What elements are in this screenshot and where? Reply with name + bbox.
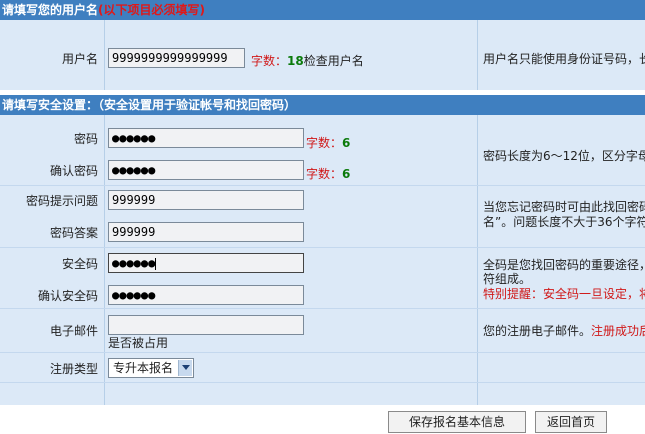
email-label: 电子邮件 (49, 324, 98, 338)
hint-answer-label: 密码答案 (49, 226, 98, 240)
count-label: 字数： (251, 54, 288, 68)
security-code-value: ●●●●●● (112, 256, 156, 270)
username-count: 字数：18检查用户名 (251, 52, 364, 69)
row-divider (0, 308, 645, 309)
security-warning: 特别提醒：安全码一旦设定，将 (483, 287, 645, 301)
save-button[interactable]: 保存报名基本信息 (388, 411, 526, 433)
hint-help-line2: 名”。问题长度不大于36个字符 (483, 215, 645, 229)
confirm-password-count: 字数：6 (306, 165, 350, 182)
email-help: 您的注册电子邮件。注册成功后 (483, 322, 645, 339)
row-divider (0, 185, 645, 186)
section-header-username: 请填写您的用户名(以下项目必须填写) (0, 0, 645, 20)
password-label: 密码 (73, 132, 98, 146)
hint-answer-input[interactable]: 999999 (108, 222, 304, 242)
hint-question-input[interactable]: 999999 (108, 190, 304, 210)
column-divider (477, 20, 478, 90)
email-input[interactable] (108, 315, 304, 335)
email-status: 是否被占用 (108, 336, 169, 350)
row-divider (0, 382, 645, 383)
confirm-password-label: 确认密码 (49, 164, 98, 178)
reg-type-select[interactable]: 专升本报名 (108, 358, 194, 378)
column-divider (104, 115, 105, 405)
password-help: 密码长度为6～12位，区分字母 (483, 149, 645, 163)
hint-question-label: 密码提示问题 (25, 194, 98, 208)
password-count: 字数：6 (306, 134, 350, 151)
count-label: 字数： (306, 167, 343, 181)
security-code-input[interactable]: ●●●●●● (108, 253, 304, 273)
column-divider (104, 20, 105, 90)
section-header-security: 请填写安全设置：（安全设置用于验证帐号和找回密码） (0, 95, 645, 115)
security-code-label: 安全码 (61, 257, 98, 271)
count-number: 6 (342, 167, 351, 181)
back-home-button[interactable]: 返回首页 (535, 411, 607, 433)
section-title: 请填写您的用户名 (2, 3, 99, 17)
section-title: 请填写安全设置：（安全设置用于验证帐号和找回密码） (2, 98, 297, 112)
count-number: 6 (342, 136, 351, 150)
count-label: 字数： (306, 136, 343, 150)
check-username-link[interactable]: 检查用户名 (304, 54, 364, 68)
confirm-security-code-input[interactable]: ●●●●●● (108, 285, 304, 305)
row-divider (0, 352, 645, 353)
required-note: (以下项目必须填写) (98, 3, 205, 17)
username-input[interactable]: 9999999999999999 (108, 48, 245, 68)
password-input[interactable]: ●●●●●● (108, 128, 304, 148)
chevron-down-icon[interactable] (178, 360, 192, 376)
count-number: 18 (287, 54, 304, 68)
text-caret (155, 257, 157, 270)
column-divider (477, 115, 478, 405)
reg-type-selected: 专升本报名 (113, 361, 174, 375)
row-divider (0, 247, 645, 248)
email-help-red: 注册成功后 (591, 324, 645, 338)
username-help: 用户名只能使用身份证号码，长 (483, 52, 645, 66)
reg-type-label: 注册类型 (49, 362, 98, 376)
confirm-security-code-label: 确认安全码 (37, 289, 98, 303)
confirm-password-input[interactable]: ●●●●●● (108, 160, 304, 180)
email-help-text: 您的注册电子邮件。 (483, 324, 592, 338)
username-label: 用户名 (61, 52, 98, 66)
